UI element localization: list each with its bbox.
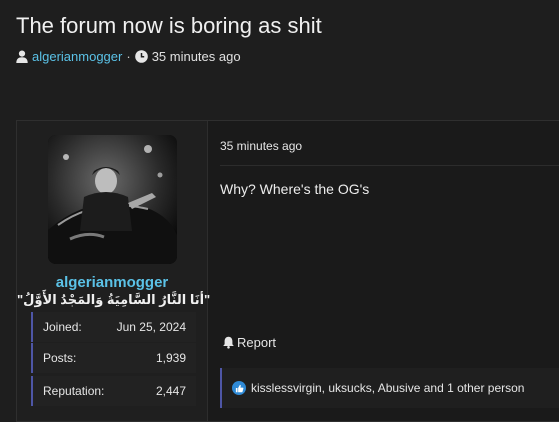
post: algerianmogger "أنَا النَّارُ السَّامِيَ… [16, 120, 559, 422]
stat-value: Jun 25, 2024 [116, 320, 186, 334]
stat-reputation: Reputation: 2,447 [31, 376, 196, 406]
bell-icon [222, 336, 235, 349]
post-username[interactable]: algerianmogger [17, 274, 207, 291]
stat-value: 1,939 [155, 351, 186, 365]
stat-joined: Joined: Jun 25, 2024 [31, 312, 196, 342]
meta-separator: · [126, 49, 131, 64]
post-date[interactable]: 35 minutes ago [220, 139, 302, 153]
stat-label: Joined: [43, 320, 82, 334]
reactions-bar[interactable]: kisslessvirgin, uksucks, Abusive and 1 o… [220, 368, 559, 408]
stat-posts: Posts: 1,939 [31, 343, 196, 373]
thread-title: The forum now is boring as shit [16, 13, 322, 38]
user-icon [16, 50, 28, 63]
stat-label: Reputation: [43, 384, 105, 398]
post-body: Why? Where's the OG's [220, 181, 370, 197]
reactions-text[interactable]: kisslessvirgin, uksucks, Abusive and 1 o… [251, 381, 524, 395]
thumbs-up-icon [232, 381, 246, 395]
report-label: Report [237, 335, 277, 350]
thread-time[interactable]: 35 minutes ago [152, 49, 241, 64]
user-title: "أنَا النَّارُ السَّامِيَةُ وَالمَجْدُ ا… [17, 292, 211, 307]
post-divider [220, 165, 559, 166]
thread-meta: algerianmogger · 35 minutes ago [16, 49, 241, 64]
stat-value: 2,447 [155, 384, 186, 398]
stat-label: Posts: [43, 351, 77, 365]
avatar[interactable] [48, 135, 177, 264]
report-button[interactable]: Report [222, 335, 276, 350]
thread-author-link[interactable]: algerianmogger [32, 49, 122, 64]
user-panel: algerianmogger "أنَا النَّارُ السَّامِيَ… [17, 121, 211, 421]
avatar-image [48, 135, 177, 264]
clock-icon [134, 50, 148, 63]
post-main: 35 minutes ago Why? Where's the OG's Rep… [208, 121, 559, 421]
